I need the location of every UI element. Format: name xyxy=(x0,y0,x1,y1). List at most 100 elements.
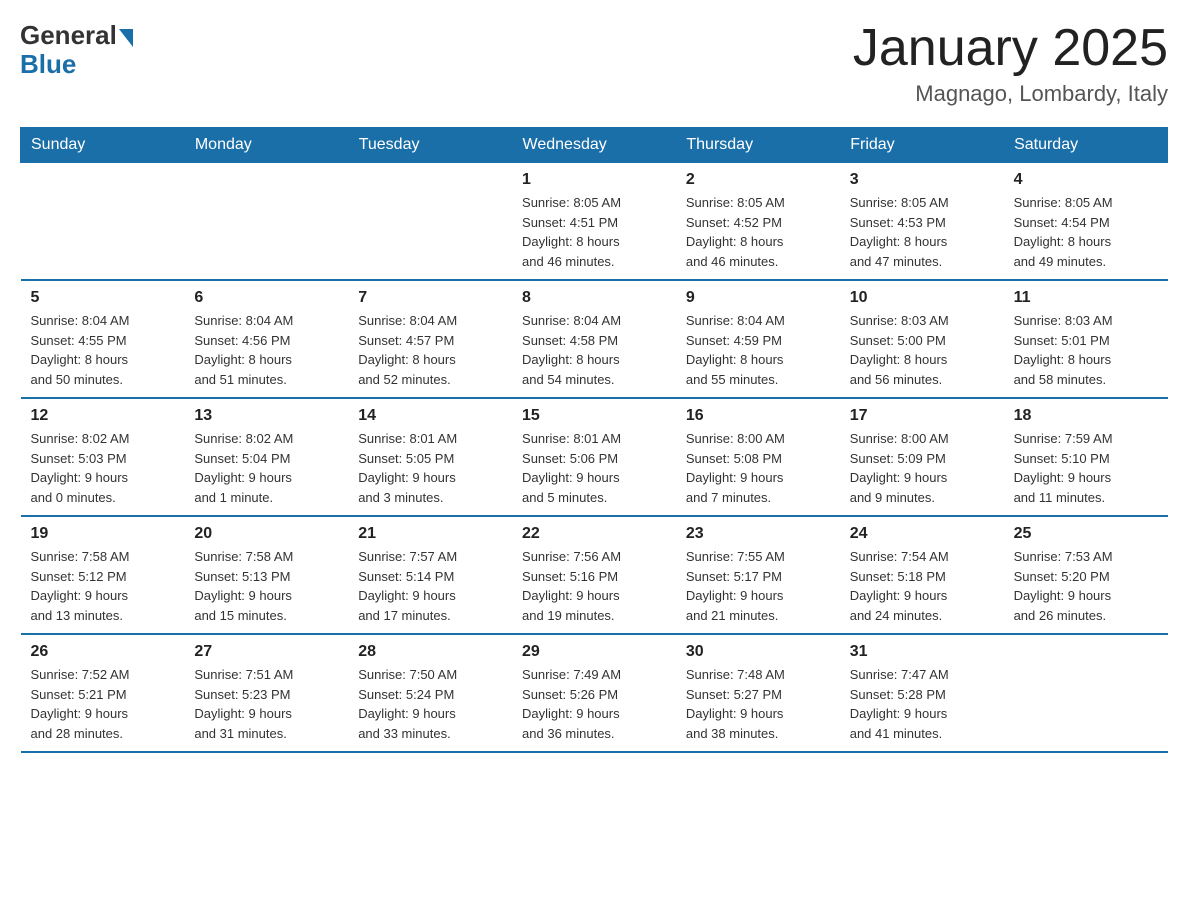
calendar-cell: 24 Sunrise: 7:54 AMSunset: 5:18 PMDayligh… xyxy=(840,516,1004,634)
calendar-cell: 8Sunrise: 8:04 AMSunset: 4:58 PMDaylight… xyxy=(512,280,676,398)
calendar-cell: 17 Sunrise: 8:00 AMSunset: 5:09 PMDayligh… xyxy=(840,398,1004,516)
day-info: Sunrise: 7:50 AMSunset: 5:24 PMDaylight:… xyxy=(358,665,502,743)
day-number: 29 xyxy=(522,643,666,661)
calendar-cell: 27Sunrise: 7:51 AMSunset: 5:23 PMDayligh… xyxy=(184,634,348,752)
calendar-cell: 16Sunrise: 8:00 AMSunset: 5:08 PMDayligh… xyxy=(676,398,840,516)
logo-blue-text: Blue xyxy=(20,49,76,80)
day-info: Sunrise: 7:56 AMSunset: 5:16 PMDaylight:… xyxy=(522,547,666,625)
calendar-cell: 14 Sunrise: 8:01 AMSunset: 5:05 PMDayligh… xyxy=(348,398,512,516)
day-info: Sunrise: 8:00 AMSunset: 5:08 PMDaylight:… xyxy=(686,429,830,507)
calendar-header: SundayMondayTuesdayWednesdayThursdayFrid… xyxy=(21,128,1168,163)
calendar-cell: 19Sunrise: 7:58 AMSunset: 5:12 PMDayligh… xyxy=(21,516,185,634)
weekday-header-thursday: Thursday xyxy=(676,128,840,163)
calendar-cell: 11 Sunrise: 8:03 AMSunset: 5:01 PMDayligh… xyxy=(1004,280,1168,398)
day-number: 9 xyxy=(686,289,830,307)
day-number: 7 xyxy=(358,289,502,307)
day-number: 10 xyxy=(850,289,994,307)
calendar-cell: 30 Sunrise: 7:48 AMSunset: 5:27 PMDayligh… xyxy=(676,634,840,752)
day-number: 4 xyxy=(1014,171,1158,189)
day-number: 14 xyxy=(358,407,502,425)
day-info: Sunrise: 8:01 AMSunset: 5:05 PMDaylight:… xyxy=(358,429,502,507)
logo-arrow-icon xyxy=(119,29,133,47)
calendar-cell: 7 Sunrise: 8:04 AMSunset: 4:57 PMDaylight… xyxy=(348,280,512,398)
day-number: 17 xyxy=(850,407,994,425)
weekday-header-friday: Friday xyxy=(840,128,1004,163)
day-info: Sunrise: 8:04 AMSunset: 4:57 PMDaylight:… xyxy=(358,311,502,389)
calendar-cell: 20 Sunrise: 7:58 AMSunset: 5:13 PMDayligh… xyxy=(184,516,348,634)
week-row-3: 12 Sunrise: 8:02 AMSunset: 5:03 PMDayligh… xyxy=(21,398,1168,516)
calendar-cell xyxy=(184,163,348,281)
day-info: Sunrise: 8:03 AMSunset: 5:00 PMDaylight:… xyxy=(850,311,994,389)
day-info: Sunrise: 7:47 AMSunset: 5:28 PMDaylight:… xyxy=(850,665,994,743)
day-info: Sunrise: 8:02 AMSunset: 5:04 PMDaylight:… xyxy=(194,429,338,507)
day-number: 12 xyxy=(31,407,175,425)
day-number: 8 xyxy=(522,289,666,307)
calendar-cell: 12 Sunrise: 8:02 AMSunset: 5:03 PMDayligh… xyxy=(21,398,185,516)
day-number: 25 xyxy=(1014,525,1158,543)
day-number: 23 xyxy=(686,525,830,543)
week-row-4: 19Sunrise: 7:58 AMSunset: 5:12 PMDayligh… xyxy=(21,516,1168,634)
day-info: Sunrise: 8:05 AMSunset: 4:52 PMDaylight:… xyxy=(686,193,830,271)
day-number: 24 xyxy=(850,525,994,543)
calendar-cell: 13 Sunrise: 8:02 AMSunset: 5:04 PMDayligh… xyxy=(184,398,348,516)
day-info: Sunrise: 8:03 AMSunset: 5:01 PMDaylight:… xyxy=(1014,311,1158,389)
day-number: 2 xyxy=(686,171,830,189)
day-number: 5 xyxy=(31,289,175,307)
month-title: January 2025 xyxy=(853,20,1168,77)
calendar-cell: 18Sunrise: 7:59 AMSunset: 5:10 PMDayligh… xyxy=(1004,398,1168,516)
calendar-cell: 9 Sunrise: 8:04 AMSunset: 4:59 PMDaylight… xyxy=(676,280,840,398)
day-info: Sunrise: 7:48 AMSunset: 5:27 PMDaylight:… xyxy=(686,665,830,743)
day-number: 22 xyxy=(522,525,666,543)
day-number: 6 xyxy=(194,289,338,307)
calendar-cell: 21Sunrise: 7:57 AMSunset: 5:14 PMDayligh… xyxy=(348,516,512,634)
day-info: Sunrise: 8:05 AMSunset: 4:51 PMDaylight:… xyxy=(522,193,666,271)
day-info: Sunrise: 8:02 AMSunset: 5:03 PMDaylight:… xyxy=(31,429,175,507)
day-number: 21 xyxy=(358,525,502,543)
calendar-cell xyxy=(348,163,512,281)
calendar-cell xyxy=(1004,634,1168,752)
day-info: Sunrise: 8:04 AMSunset: 4:55 PMDaylight:… xyxy=(31,311,175,389)
day-info: Sunrise: 7:52 AMSunset: 5:21 PMDaylight:… xyxy=(31,665,175,743)
weekday-header-wednesday: Wednesday xyxy=(512,128,676,163)
day-info: Sunrise: 7:54 AMSunset: 5:18 PMDaylight:… xyxy=(850,547,994,625)
calendar-cell: 29 Sunrise: 7:49 AMSunset: 5:26 PMDayligh… xyxy=(512,634,676,752)
day-info: Sunrise: 8:04 AMSunset: 4:56 PMDaylight:… xyxy=(194,311,338,389)
week-row-5: 26 Sunrise: 7:52 AMSunset: 5:21 PMDayligh… xyxy=(21,634,1168,752)
day-number: 26 xyxy=(31,643,175,661)
calendar-cell: 26 Sunrise: 7:52 AMSunset: 5:21 PMDayligh… xyxy=(21,634,185,752)
day-number: 28 xyxy=(358,643,502,661)
day-info: Sunrise: 8:05 AMSunset: 4:53 PMDaylight:… xyxy=(850,193,994,271)
calendar-cell: 3Sunrise: 8:05 AMSunset: 4:53 PMDaylight… xyxy=(840,163,1004,281)
logo-general-text: General xyxy=(20,20,117,51)
title-block: January 2025 Magnago, Lombardy, Italy xyxy=(853,20,1168,107)
day-number: 13 xyxy=(194,407,338,425)
day-info: Sunrise: 7:59 AMSunset: 5:10 PMDaylight:… xyxy=(1014,429,1158,507)
calendar-cell: 28 Sunrise: 7:50 AMSunset: 5:24 PMDayligh… xyxy=(348,634,512,752)
weekday-header-tuesday: Tuesday xyxy=(348,128,512,163)
day-number: 30 xyxy=(686,643,830,661)
calendar-cell xyxy=(21,163,185,281)
calendar-cell: 23 Sunrise: 7:55 AMSunset: 5:17 PMDayligh… xyxy=(676,516,840,634)
day-info: Sunrise: 7:58 AMSunset: 5:13 PMDaylight:… xyxy=(194,547,338,625)
day-number: 1 xyxy=(522,171,666,189)
day-info: Sunrise: 7:49 AMSunset: 5:26 PMDaylight:… xyxy=(522,665,666,743)
calendar-cell: 6 Sunrise: 8:04 AMSunset: 4:56 PMDaylight… xyxy=(184,280,348,398)
day-number: 11 xyxy=(1014,289,1158,307)
day-info: Sunrise: 7:58 AMSunset: 5:12 PMDaylight:… xyxy=(31,547,175,625)
day-info: Sunrise: 8:04 AMSunset: 4:59 PMDaylight:… xyxy=(686,311,830,389)
day-number: 27 xyxy=(194,643,338,661)
calendar-cell: 22 Sunrise: 7:56 AMSunset: 5:16 PMDayligh… xyxy=(512,516,676,634)
day-number: 20 xyxy=(194,525,338,543)
day-info: Sunrise: 8:00 AMSunset: 5:09 PMDaylight:… xyxy=(850,429,994,507)
calendar-cell: 31Sunrise: 7:47 AMSunset: 5:28 PMDayligh… xyxy=(840,634,1004,752)
day-info: Sunrise: 8:05 AMSunset: 4:54 PMDaylight:… xyxy=(1014,193,1158,271)
day-info: Sunrise: 7:53 AMSunset: 5:20 PMDaylight:… xyxy=(1014,547,1158,625)
calendar-cell: 2 Sunrise: 8:05 AMSunset: 4:52 PMDaylight… xyxy=(676,163,840,281)
calendar-cell: 1 Sunrise: 8:05 AMSunset: 4:51 PMDaylight… xyxy=(512,163,676,281)
logo: General Blue xyxy=(20,20,133,80)
day-info: Sunrise: 8:01 AMSunset: 5:06 PMDaylight:… xyxy=(522,429,666,507)
calendar-cell: 15Sunrise: 8:01 AMSunset: 5:06 PMDayligh… xyxy=(512,398,676,516)
day-info: Sunrise: 7:55 AMSunset: 5:17 PMDaylight:… xyxy=(686,547,830,625)
weekday-header-row: SundayMondayTuesdayWednesdayThursdayFrid… xyxy=(21,128,1168,163)
calendar-table: SundayMondayTuesdayWednesdayThursdayFrid… xyxy=(20,127,1168,753)
